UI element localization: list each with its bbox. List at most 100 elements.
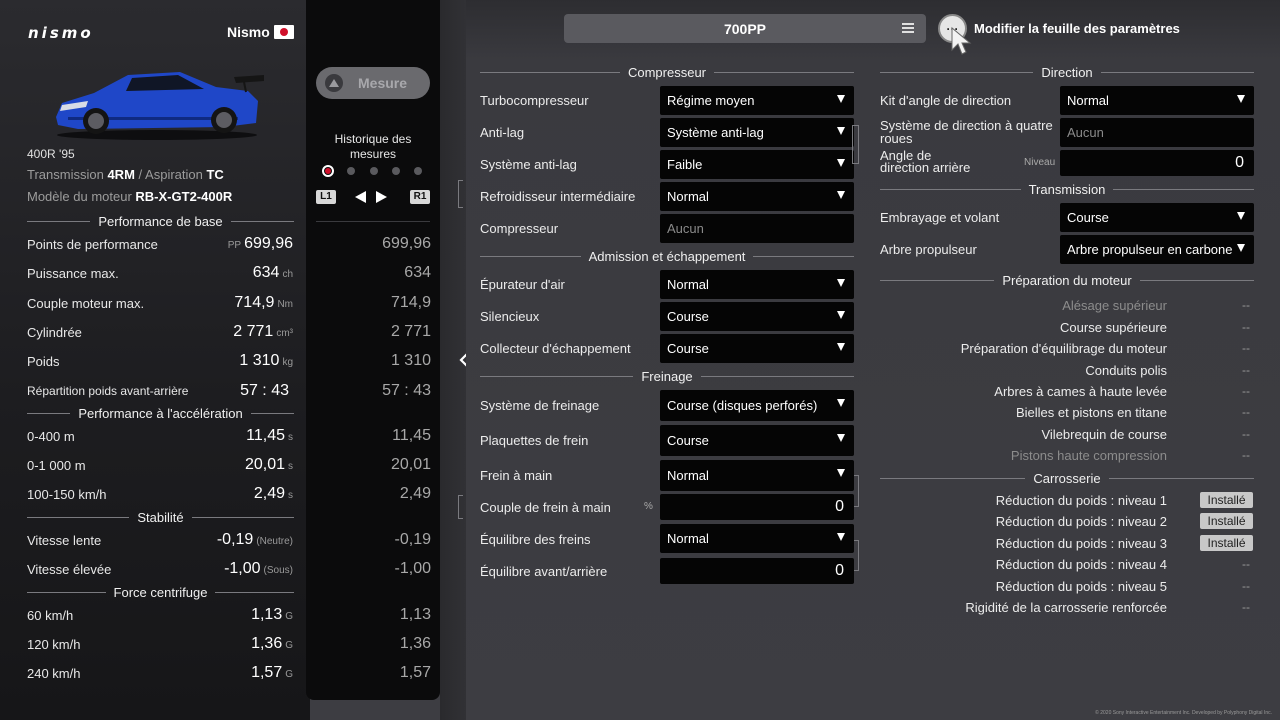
air-filter-label: Épurateur d'air — [480, 277, 565, 292]
4ws-label: Système de direction à quatre roues — [880, 118, 1053, 146]
body-item[interactable]: Réduction du poids : niveau 1 — [880, 493, 1167, 508]
steering-kit-select[interactable]: Normal — [1060, 86, 1254, 115]
history-slot-2[interactable] — [347, 167, 355, 175]
rear-angle-unit: Niveau — [1024, 157, 1056, 168]
body-item[interactable]: Réduction du poids : niveau 5 — [880, 579, 1167, 594]
history-displacement: 2 771 — [390, 323, 431, 340]
history-accel-100-150: 2,49 — [399, 485, 431, 502]
history-divider — [316, 221, 430, 222]
pp-target-bar[interactable]: 700PP — [564, 14, 926, 43]
supercharger-select[interactable]: Aucun — [660, 214, 854, 243]
brake-system-select[interactable]: Course (disques perforés) — [660, 390, 854, 421]
antilag-system-label: Système anti-lag — [480, 157, 577, 172]
engine-prep-item[interactable]: Vilebrequin de course — [880, 427, 1167, 442]
link-bracket — [852, 125, 857, 164]
dropdown-arrow-icon — [837, 434, 845, 442]
engine-prep-value: -- — [1242, 320, 1250, 334]
section-compresseur: Compresseur — [480, 65, 854, 80]
rear-angle-input[interactable]: 0 — [1060, 150, 1254, 176]
previous-arrow-icon[interactable] — [355, 191, 366, 203]
engine-prep-item[interactable]: Bielles et pistons en titane — [880, 405, 1167, 420]
g120-value: 1,36 G — [251, 635, 293, 652]
history-slot-3[interactable] — [370, 167, 378, 175]
list-icon[interactable] — [902, 23, 914, 34]
body-item[interactable]: Réduction du poids : niveau 4 — [880, 557, 1167, 572]
distribution-label: Répartition poids avant-arrière — [27, 384, 189, 398]
section-freinage: Freinage — [480, 369, 854, 384]
installed-badge: Installé — [1200, 513, 1253, 529]
g240-label: 240 km/h — [27, 666, 81, 681]
history-slot-4[interactable] — [392, 167, 400, 175]
nismo-logo: nismo — [28, 24, 94, 42]
history-slot-5[interactable] — [414, 167, 422, 175]
modify-sheet-label[interactable]: Modifier la feuille des paramètres — [974, 21, 1180, 36]
next-arrow-icon[interactable] — [376, 191, 387, 203]
engine-prep-item[interactable]: Préparation d'équilibrage du moteur — [880, 341, 1167, 356]
engine-label: Modèle du moteur — [27, 189, 132, 204]
antilag-system-select[interactable]: Faible — [660, 150, 854, 179]
car-image — [56, 72, 264, 140]
history-distribution: 57 : 43 — [382, 382, 431, 399]
measure-button[interactable]: Mesure — [316, 67, 430, 99]
4ws-select[interactable]: Aucun — [1060, 118, 1254, 147]
brake-balance-label: Équilibre des freins — [480, 532, 591, 547]
l1-button[interactable]: L1 — [316, 190, 336, 204]
muffler-select[interactable]: Course — [660, 302, 854, 331]
body-item[interactable]: Rigidité de la carrosserie renforcée — [880, 600, 1167, 615]
muffler-label: Silencieux — [480, 309, 540, 324]
brake-pads-select[interactable]: Course — [660, 425, 854, 456]
intercooler-select[interactable]: Normal — [660, 182, 854, 211]
link-bracket — [854, 475, 859, 507]
section-stability: Stabilité — [27, 510, 294, 525]
displacement-value: 2 771 cm³ — [233, 323, 293, 340]
measurement-history-panel: Mesure Historique des mesures L1 R1 699,… — [306, 0, 440, 700]
engine-prep-value: -- — [1242, 341, 1250, 355]
propshaft-select[interactable]: Arbre propulseur en carbone — [1060, 235, 1254, 264]
history-accel-1000: 20,01 — [390, 456, 431, 473]
aspiration-value: TC — [206, 167, 224, 182]
history-title: Historique des mesures — [334, 132, 412, 161]
turbo-select[interactable]: Régime moyen — [660, 86, 854, 115]
body-item[interactable]: Réduction du poids : niveau 3 — [880, 536, 1167, 551]
dropdown-arrow-icon — [1237, 95, 1245, 103]
aspiration-label: Aspiration — [145, 167, 203, 182]
engine-prep-item[interactable]: Arbres à cames à haute levée — [880, 384, 1167, 399]
engine-prep-item: Pistons haute compression — [1010, 448, 1167, 463]
history-slot-1-active[interactable] — [322, 165, 334, 177]
history-g60: 1,13 — [399, 606, 431, 623]
handbrake-torque-label: Couple de frein à main — [480, 500, 611, 515]
clutch-select[interactable]: Course — [1060, 203, 1254, 232]
pp-label: Points de performance — [27, 237, 158, 252]
dropdown-arrow-icon — [837, 95, 845, 103]
history-high-speed: -1,00 — [394, 560, 431, 577]
section-engine-prep: Préparation du moteur — [880, 273, 1255, 288]
dropdown-arrow-icon — [837, 399, 845, 407]
manifold-label: Collecteur d'échappement — [480, 341, 631, 356]
handbrake-torque-input[interactable]: 0 — [660, 494, 854, 520]
engine-prep-item[interactable]: Course supérieure — [880, 320, 1167, 335]
weight-label: Poids — [27, 354, 60, 369]
engine-prep-item[interactable]: Conduits polis — [880, 363, 1167, 378]
engine-prep-value: -- — [1242, 427, 1250, 441]
manifold-select[interactable]: Course — [660, 334, 854, 363]
front-rear-balance-input[interactable]: 0 — [660, 558, 854, 584]
supercharger-label: Compresseur — [480, 221, 559, 236]
torque-value: 714,9 Nm — [234, 294, 293, 311]
weight-value: 1 310 kg — [239, 352, 293, 369]
settings-sheet: 700PP ··· Modifier la feuille des paramè… — [458, 0, 1280, 720]
air-filter-select[interactable]: Normal — [660, 270, 854, 299]
brake-balance-select[interactable]: Normal — [660, 524, 854, 553]
dropdown-arrow-icon — [837, 127, 845, 135]
history-weight: 1 310 — [390, 352, 431, 369]
body-item[interactable]: Réduction du poids : niveau 2 — [880, 514, 1167, 529]
section-admission: Admission et échappement — [480, 249, 854, 264]
section-carrosserie: Carrosserie — [880, 471, 1254, 486]
antilag-select[interactable]: Système anti-lag — [660, 118, 854, 147]
dropdown-arrow-icon — [837, 191, 845, 199]
handbrake-select[interactable]: Normal — [660, 460, 854, 491]
brake-pads-label: Plaquettes de frein — [480, 433, 589, 448]
g120-label: 120 km/h — [27, 637, 81, 652]
r1-button[interactable]: R1 — [410, 190, 430, 204]
engine-row: Modèle du moteur RB-X-GT2-400R — [27, 189, 232, 204]
steering-kit-label: Kit d'angle de direction — [880, 93, 1012, 108]
